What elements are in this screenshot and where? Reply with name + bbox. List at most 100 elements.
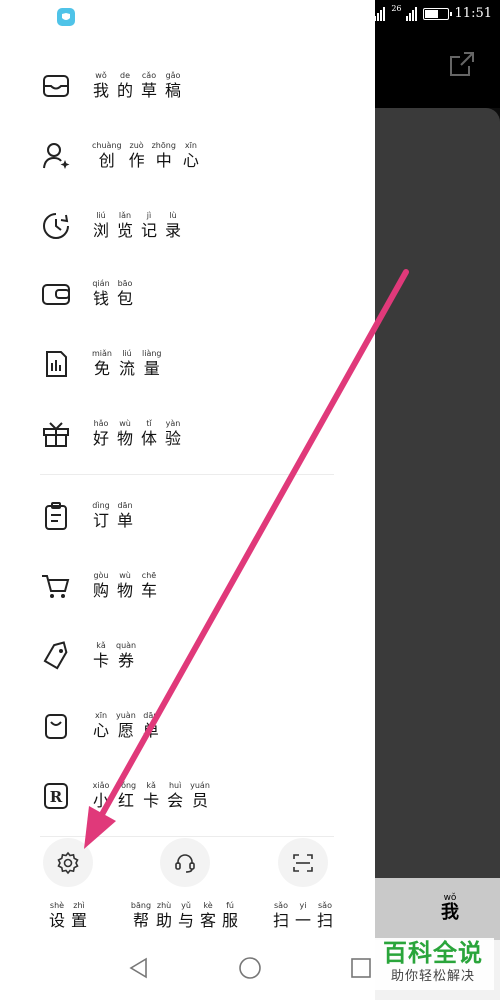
pinyin: hóng	[116, 781, 137, 790]
status-bar: 26 11:51	[374, 4, 492, 21]
hanzi: 记	[140, 221, 157, 240]
signal-icon	[374, 6, 386, 21]
menu-item-label: qián 钱 bāo 包	[92, 279, 134, 309]
label-char: chuàng 创	[92, 141, 122, 171]
hanzi: 帮	[132, 911, 149, 930]
bottom-action-settings-gear[interactable]: shè 设 zhì 置	[13, 836, 123, 931]
recents-nav-icon[interactable]	[349, 956, 373, 980]
gift-icon	[40, 418, 72, 450]
hanzi: 验	[164, 429, 181, 448]
hanzi: 车	[140, 581, 157, 600]
pinyin: yàn	[165, 419, 181, 428]
label-char: zhōng 中	[152, 141, 176, 171]
hanzi: 与	[178, 911, 195, 930]
label-char: yàn 验	[164, 419, 182, 449]
label-char: huì 会	[166, 781, 184, 811]
pinyin: lù	[169, 211, 177, 220]
bottom-action-label: shè 设 zhì 置	[48, 901, 88, 931]
pinyin: miǎn	[92, 349, 112, 358]
menu-item-history-clock[interactable]: liú 浏 lǎn 览 jì 记 lù 录	[40, 200, 340, 252]
tab-me[interactable]: wǒ 我	[430, 893, 470, 923]
bottom-action-label: bāng 帮 zhù 助 yǔ 与 kè 客 fú 服	[131, 901, 239, 931]
hanzi: 小	[92, 791, 109, 810]
share-icon[interactable]	[448, 50, 476, 78]
coupon-tag-icon	[40, 640, 72, 672]
pinyin: liú	[122, 349, 132, 358]
pinyin: xīn	[94, 711, 108, 720]
order-clipboard-icon	[40, 500, 72, 532]
side-drawer: wǒ 我 de 的 cǎo 草 gǎo 稿 chuàng 创 zuò 作 zhōng 中 xīn 心 liú 浏 l…	[0, 0, 375, 1000]
label-char: hóng 红	[116, 781, 136, 811]
menu-item-user-star[interactable]: chuàng 创 zuò 作 zhōng 中 xīn 心	[40, 130, 340, 182]
home-nav-icon[interactable]	[238, 956, 262, 980]
menu-item-cart[interactable]: gòu 购 wù 物 chē 车	[40, 560, 340, 612]
pinyin: wǒ	[95, 71, 107, 80]
pinyin: kè	[203, 901, 213, 910]
hanzi: 的	[116, 81, 133, 100]
bottom-action-label: sǎo 扫 yi 一 sǎo 扫	[272, 901, 334, 931]
bottom-action-scan[interactable]: sǎo 扫 yi 一 sǎo 扫	[248, 836, 358, 931]
label-char: fú 服	[221, 901, 239, 931]
label-char: chē 车	[140, 571, 158, 601]
label-char: sǎo 扫	[272, 901, 290, 931]
label-char: sǎo 扫	[316, 901, 334, 931]
label-char: zhù 助	[155, 901, 173, 931]
label-char: xiǎo 小	[92, 781, 110, 811]
r-member-icon: R	[40, 780, 72, 812]
status-time: 11:51	[454, 6, 492, 21]
pinyin: yi	[299, 901, 307, 910]
pinyin: tǐ	[146, 419, 152, 428]
back-nav-icon[interactable]	[127, 956, 151, 980]
tab-me-label: 我	[441, 902, 459, 923]
pinyin: zhù	[156, 901, 172, 910]
menu-item-inbox[interactable]: wǒ 我 de 的 cǎo 草 gǎo 稿	[40, 60, 340, 112]
wallet-icon	[40, 278, 72, 310]
pinyin: dān	[143, 711, 159, 720]
menu-item-wallet[interactable]: qián 钱 bāo 包	[40, 268, 340, 320]
hanzi: 购	[92, 581, 109, 600]
hanzi: 愿	[117, 721, 134, 740]
menu-item-coupon-tag[interactable]: kǎ 卡 quàn 券	[40, 630, 340, 682]
watermark: 百科全说 助你轻松解决	[372, 938, 494, 990]
pinyin: huì	[168, 781, 182, 790]
app-logo-icon	[57, 8, 75, 26]
hanzi: 免	[93, 359, 110, 378]
pinyin: wù	[119, 419, 131, 428]
pinyin: bāo	[117, 279, 133, 288]
hanzi: 置	[70, 911, 87, 930]
label-char: shè 设	[48, 901, 66, 931]
menu-item-order-clipboard[interactable]: dìng 订 dān 单	[40, 490, 340, 542]
pinyin: xīn	[184, 141, 197, 150]
label-char: wǒ 我	[92, 71, 110, 101]
label-char: gǎo 稿	[164, 71, 182, 101]
label-char: yi 一	[294, 901, 312, 931]
label-char: tǐ 体	[140, 419, 158, 449]
hanzi: 量	[143, 359, 160, 378]
hanzi: 心	[92, 721, 109, 740]
label-char: xīn 心	[92, 711, 110, 741]
menu-item-r-member[interactable]: Rxiǎo 小 hóng 红 kǎ 卡 huì 会 yuán 员	[40, 770, 340, 822]
hanzi: 物	[116, 581, 133, 600]
label-char: yǔ 与	[177, 901, 195, 931]
hanzi: 卡	[143, 791, 160, 810]
label-char: jì 记	[140, 211, 158, 241]
pinyin: xiǎo	[92, 781, 110, 790]
pinyin: de	[120, 71, 130, 80]
menu-item-label: miǎn 免 liú 流 liàng 量	[92, 349, 162, 379]
label-char: lù 录	[164, 211, 182, 241]
hanzi: 券	[118, 651, 135, 670]
watermark-subtitle: 助你轻松解决	[390, 969, 475, 984]
label-char: liú 流	[118, 349, 136, 379]
hanzi: 客	[200, 911, 217, 930]
hanzi: 体	[140, 429, 157, 448]
bottom-action-headset-support[interactable]: bāng 帮 zhù 助 yǔ 与 kè 客 fú 服	[130, 836, 240, 931]
pinyin: chuàng	[92, 141, 122, 150]
svg-text:R: R	[50, 788, 63, 806]
label-char: gòu 购	[92, 571, 110, 601]
menu-item-gift[interactable]: hǎo 好 wù 物 tǐ 体 yàn 验	[40, 408, 340, 460]
menu-item-wishlist-bag[interactable]: xīn 心 yuàn 愿 dān 单	[40, 700, 340, 752]
menu-item-data-sim[interactable]: miǎn 免 liú 流 liàng 量	[40, 338, 340, 390]
menu-item-label: kǎ 卡 quàn 券	[92, 641, 136, 671]
hanzi: 好	[92, 429, 109, 448]
pinyin: zhōng	[151, 141, 176, 150]
